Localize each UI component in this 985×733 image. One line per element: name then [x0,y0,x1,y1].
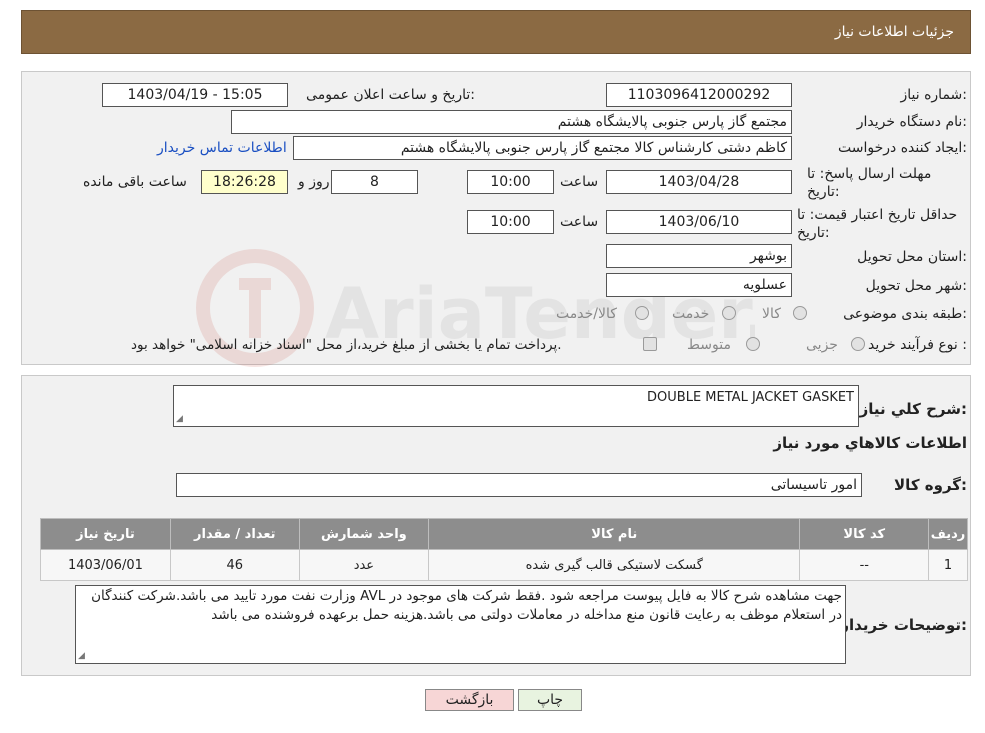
goods-group-label: گروه کالا: [894,476,967,494]
process-option-minor: جزیی [806,337,838,353]
goods-table-header-row: ردیف کد کالا نام کالا واحد شمارش تعداد /… [40,518,968,550]
cell-goods-name: گسکت لاستیکی قالب گیری شده [428,549,801,581]
cell-goods-code: -- [799,549,930,581]
summary-textarea: DOUBLE METAL JACKET GASKET ◢ [173,385,859,427]
buyer-notes-text: جهت مشاهده شرح کالا به فایل پیوست مراجعه… [91,588,842,623]
col-row-number: ردیف [928,518,968,550]
deadline-label: مهلت ارسال پاسخ: تا تاریخ: [807,166,932,200]
goods-table: ردیف کد کالا نام کالا واحد شمارش تعداد /… [40,518,968,581]
table-row: 1 -- گسکت لاستیکی قالب گیری شده عدد 46 1… [40,549,968,581]
cell-quantity: 46 [169,549,300,581]
category-label: طبقه بندی موضوعی: [843,306,967,322]
validity-time-field: 10:00 [467,210,554,234]
announce-datetime-label: تاریخ و ساعت اعلان عمومی: [306,87,475,103]
category-radio-goods[interactable] [793,306,807,320]
page-header: جزئیات اطلاعات نیاز [21,10,971,54]
category-radio-goods-service[interactable] [635,306,649,320]
buyer-notes-label: توضیحات خریدار: [840,616,967,634]
deadline-date-field: 1403/04/28 [606,170,792,194]
need-number-label: شماره نیاز: [900,87,967,103]
process-radio-medium[interactable] [746,337,760,351]
remaining-time-label: ساعت باقی مانده [83,174,187,190]
resize-handle-icon[interactable]: ◢ [176,415,185,424]
category-option-goods-service: کالا/خدمت [556,306,617,322]
buyer-org-label: نام دستگاه خریدار: [856,114,967,130]
validity-label: حداقل تاریخ اعتبار قیمت: تا تاریخ: [797,207,958,241]
summary-text: DOUBLE METAL JACKET GASKET [647,390,854,405]
province-label: استان محل تحویل: [857,249,967,265]
need-number-field: 1103096412000292 [606,83,792,107]
announce-datetime-field: 1403/04/19 - 15:05 [102,83,288,107]
requester-label: ایجاد کننده درخواست: [838,140,967,156]
remaining-time-field: 18:26:28 [201,170,288,194]
cell-unit: عدد [298,549,430,581]
col-unit: واحد شمارش [298,518,430,550]
cell-need-date: 1403/06/01 [40,549,171,581]
process-radio-minor[interactable] [851,337,865,351]
resize-handle-icon[interactable]: ◢ [78,652,87,661]
buyer-org-field: مجتمع گاز پارس جنوبی پالایشگاه هشتم [231,110,792,134]
validity-date-field: 1403/06/10 [606,210,792,234]
city-label: شهر محل تحویل: [865,278,967,294]
print-button[interactable]: چاپ [518,689,582,711]
process-checkbox-treasury[interactable] [643,337,657,351]
col-goods-code: کد کالا [799,518,930,550]
deadline-time-field: 10:00 [467,170,554,194]
back-button[interactable]: بازگشت [425,689,514,711]
buyer-notes-textarea: جهت مشاهده شرح کالا به فایل پیوست مراجعه… [75,585,846,664]
page-title: جزئیات اطلاعات نیاز [834,24,954,40]
col-quantity: تعداد / مقدار [169,518,300,550]
province-field: بوشهر [606,244,792,268]
process-label: نوع فرآیند خرید : [868,337,967,353]
category-option-goods: کالا [762,306,781,322]
days-field: 8 [331,170,418,194]
goods-table-wrapper: ردیف کد کالا نام کالا واحد شمارش تعداد /… [40,518,968,581]
col-goods-name: نام کالا [428,518,801,550]
cell-row-number: 1 [928,549,968,581]
requester-field: کاظم دشتی کارشناس کالا مجتمع گاز پارس جن… [293,136,792,160]
process-option-medium: متوسط [687,337,731,353]
goods-info-title: اطلاعات کالاهاي مورد نياز [773,434,967,452]
summary-label: شرح کلي نياز: [859,400,967,418]
days-label: روز و [298,174,330,190]
deadline-time-label: ساعت [560,174,599,190]
col-need-date: تاریخ نیاز [40,518,171,550]
city-field: عسلویه [606,273,792,297]
process-treasury-note: پرداخت تمام یا بخشی از مبلغ خرید،از محل … [131,337,562,353]
goods-group-field: امور تاسیساتی [176,473,862,497]
validity-time-label: ساعت [560,214,599,230]
category-option-service: خدمت [672,306,710,322]
category-radio-service[interactable] [722,306,736,320]
buyer-contact-link[interactable]: اطلاعات تماس خریدار [157,140,287,156]
